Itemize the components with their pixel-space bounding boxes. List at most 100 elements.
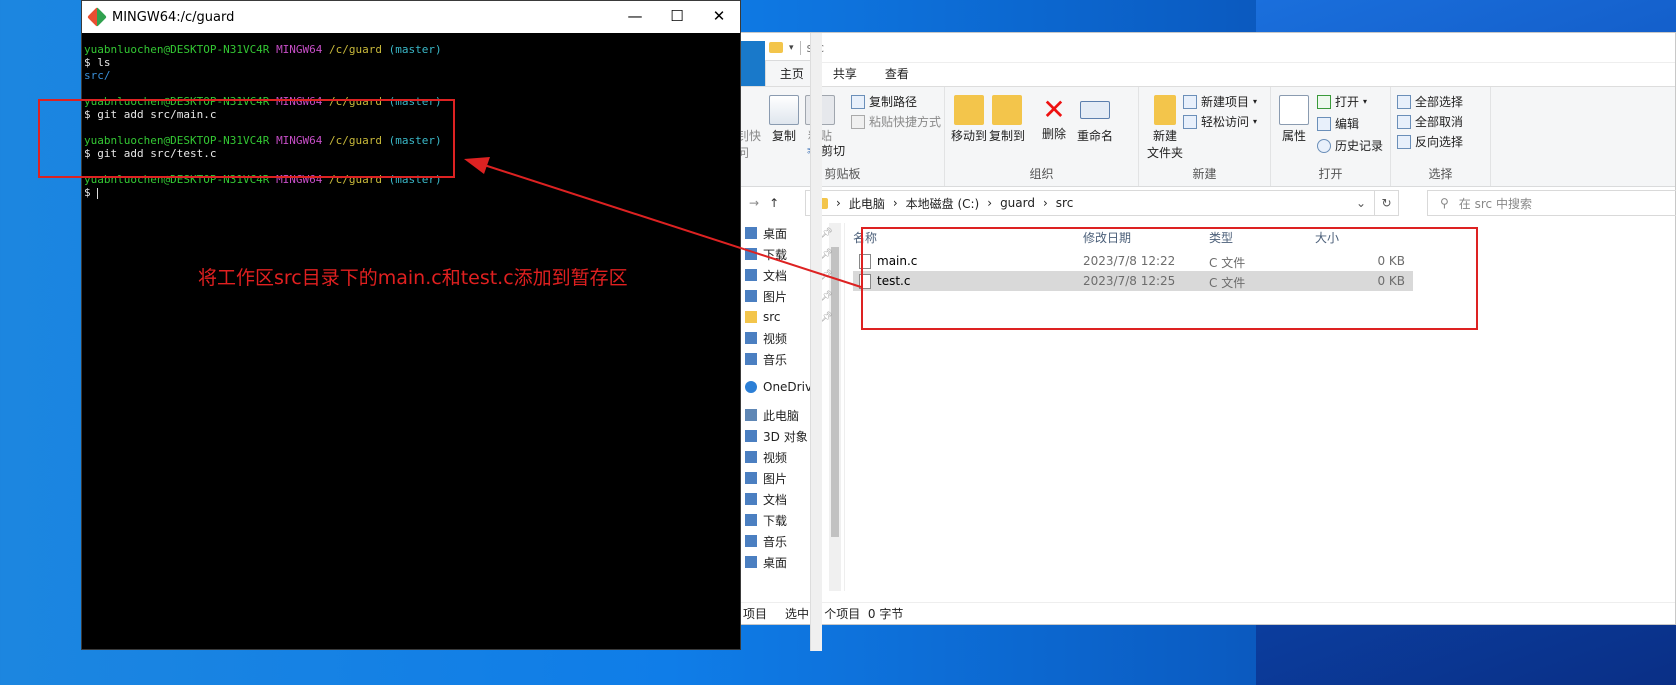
- search-input[interactable]: ⚲ 在 src 中搜索: [1427, 190, 1676, 216]
- paste-shortcut-label: 粘贴快捷方式: [869, 115, 942, 129]
- prompt-user: yuabnluochen@DESKTOP-N31VC4R: [84, 43, 270, 56]
- terminal-scrollbar[interactable]: [810, 33, 822, 651]
- breadcrumb-item[interactable]: guard: [1000, 196, 1035, 210]
- nav-item[interactable]: 音乐: [741, 349, 841, 369]
- invert-selection-button[interactable]: 反向选择: [1397, 133, 1463, 150]
- history-icon: [1317, 138, 1331, 153]
- breadcrumb-item[interactable]: src: [1056, 196, 1074, 210]
- highlight-box: [38, 99, 455, 178]
- open-label: 打开: [1335, 95, 1360, 109]
- open-group-label: 打开: [1318, 167, 1343, 181]
- properties-icon: [1279, 95, 1309, 125]
- nav-label: 视频: [763, 450, 788, 465]
- nav-label: 图片: [763, 471, 788, 486]
- select-all-label: 全部选择: [1415, 95, 1464, 109]
- history-button[interactable]: 历史记录: [1317, 137, 1383, 154]
- nav-item[interactable]: 下载: [741, 510, 841, 530]
- input-line[interactable]: $: [84, 186, 738, 199]
- folder-icon: [1154, 95, 1176, 125]
- tab-file[interactable]: 文件: [741, 41, 765, 86]
- chevron-down-icon[interactable]: ▾: [789, 43, 794, 53]
- prompt-line: yuabnluochen@DESKTOP-N31VC4R MINGW64 /c/…: [84, 43, 738, 56]
- nav-item[interactable]: 图片 📌︎: [741, 286, 841, 306]
- ribbon: 钊快 问 复制 粘贴 复制路径 粘贴快捷方式 ✂ 剪切: [737, 87, 1675, 187]
- picture-icon: [745, 290, 757, 302]
- clipboard-group: 钊快 问 复制 粘贴 复制路径 粘贴快捷方式 ✂ 剪切: [737, 87, 945, 186]
- new-folder-button[interactable]: 新建 文件夹: [1147, 95, 1183, 161]
- picture-icon: [745, 472, 757, 484]
- nav-item[interactable]: 文档: [741, 489, 841, 509]
- nav-item[interactable]: 桌面 📌︎: [741, 223, 841, 243]
- nav-item[interactable]: 文档 📌︎: [741, 265, 841, 285]
- chevron-down-icon: ▾: [1253, 117, 1258, 126]
- edit-button[interactable]: 编辑: [1317, 115, 1359, 132]
- copy-button[interactable]: 复制: [769, 95, 799, 144]
- video-icon: [745, 451, 757, 463]
- nav-item[interactable]: 桌面: [741, 552, 841, 572]
- nav-label: 视频: [763, 331, 788, 346]
- copy-to-button[interactable]: 复制到: [989, 95, 1025, 144]
- terminal-title: MINGW64:/c/guard: [112, 9, 235, 25]
- close-button[interactable]: ✕: [696, 1, 742, 33]
- easy-access-button[interactable]: 轻松访问 ▾: [1183, 113, 1257, 130]
- prompt-env: MINGW64: [276, 43, 323, 56]
- address-bar[interactable]: › 此电脑 › 本地磁盘 (C:) › guard › src ⌄: [805, 190, 1375, 216]
- properties-button[interactable]: 属性: [1279, 95, 1309, 144]
- nav-item[interactable]: OneDrive: [741, 377, 841, 397]
- search-placeholder: 在 src 中搜索: [1458, 196, 1532, 211]
- move-to-button[interactable]: 移动到: [951, 95, 987, 144]
- chevron-down-icon[interactable]: ⌄: [1356, 196, 1366, 210]
- nav-item[interactable]: 视频: [741, 328, 841, 348]
- nav-item[interactable]: 此电脑: [741, 405, 841, 425]
- new-item-button[interactable]: 新建项目 ▾: [1183, 93, 1257, 110]
- copy-path-button[interactable]: 复制路径: [851, 93, 917, 110]
- nav-item[interactable]: src 📌︎: [741, 307, 841, 327]
- nav-item[interactable]: 图片: [741, 468, 841, 488]
- paste-shortcut-button[interactable]: 粘贴快捷方式: [851, 113, 941, 130]
- new-group: 新建 文件夹 新建项目 ▾ 轻松访问 ▾ 新建: [1139, 87, 1271, 186]
- select-group-label: 选择: [1428, 167, 1453, 181]
- new-folder-icon[interactable]: [769, 42, 783, 53]
- nav-item[interactable]: 视频: [741, 447, 841, 467]
- refresh-button[interactable]: ↻: [1375, 190, 1399, 216]
- open-icon: [1317, 94, 1331, 109]
- document-icon: [745, 493, 757, 505]
- properties-label: 属性: [1281, 129, 1306, 143]
- select-all-icon: [1397, 94, 1411, 109]
- git-logo-icon: [87, 7, 107, 27]
- delete-icon: ✕: [1042, 93, 1066, 126]
- new-folder-label: 新建: [1152, 129, 1177, 143]
- new-group-label: 新建: [1192, 167, 1217, 181]
- edit-label: 编辑: [1335, 117, 1360, 131]
- paste-shortcut-icon: [851, 114, 865, 129]
- up-arrow-icon[interactable]: ↑: [769, 196, 779, 210]
- maximize-button[interactable]: ☐: [654, 1, 700, 33]
- nav-item[interactable]: 下载 📌︎: [741, 244, 841, 264]
- nav-item[interactable]: 音乐: [741, 531, 841, 551]
- pin-icon: 📌︎: [820, 290, 833, 302]
- nav-item[interactable]: 3D 对象: [741, 426, 841, 446]
- breadcrumb-item[interactable]: 此电脑: [849, 195, 885, 212]
- nav-label: 下载: [763, 247, 788, 262]
- new-item-label: 新建项目: [1201, 95, 1250, 109]
- tab-share[interactable]: 共享: [819, 61, 871, 86]
- select-none-button[interactable]: 全部取消: [1397, 113, 1463, 130]
- copy-icon: [769, 95, 799, 125]
- rename-button[interactable]: 重命名: [1075, 95, 1115, 144]
- document-icon: [745, 269, 757, 281]
- output-line: src/: [84, 69, 111, 82]
- forward-arrow-icon[interactable]: →: [749, 196, 759, 210]
- tab-view[interactable]: 查看: [871, 61, 923, 86]
- computer-icon: [745, 409, 757, 421]
- annotation-text: 将工作区src目录下的main.c和test.c添加到暂存区: [198, 267, 628, 289]
- select-none-icon: [1397, 114, 1411, 129]
- breadcrumb-item[interactable]: 本地磁盘 (C:): [906, 195, 980, 212]
- move-to-label: 移动到: [951, 129, 988, 143]
- open-group: 属性 打开 ▾ 编辑 历史记录 打开: [1271, 87, 1391, 186]
- pin-icon: 📌︎: [820, 248, 833, 260]
- new-folder-label-2: 文件夹: [1147, 146, 1184, 160]
- delete-button[interactable]: ✕ 删除: [1039, 95, 1069, 142]
- open-button[interactable]: 打开 ▾: [1317, 93, 1367, 110]
- minimize-button[interactable]: —: [612, 1, 658, 33]
- select-all-button[interactable]: 全部选择: [1397, 93, 1463, 110]
